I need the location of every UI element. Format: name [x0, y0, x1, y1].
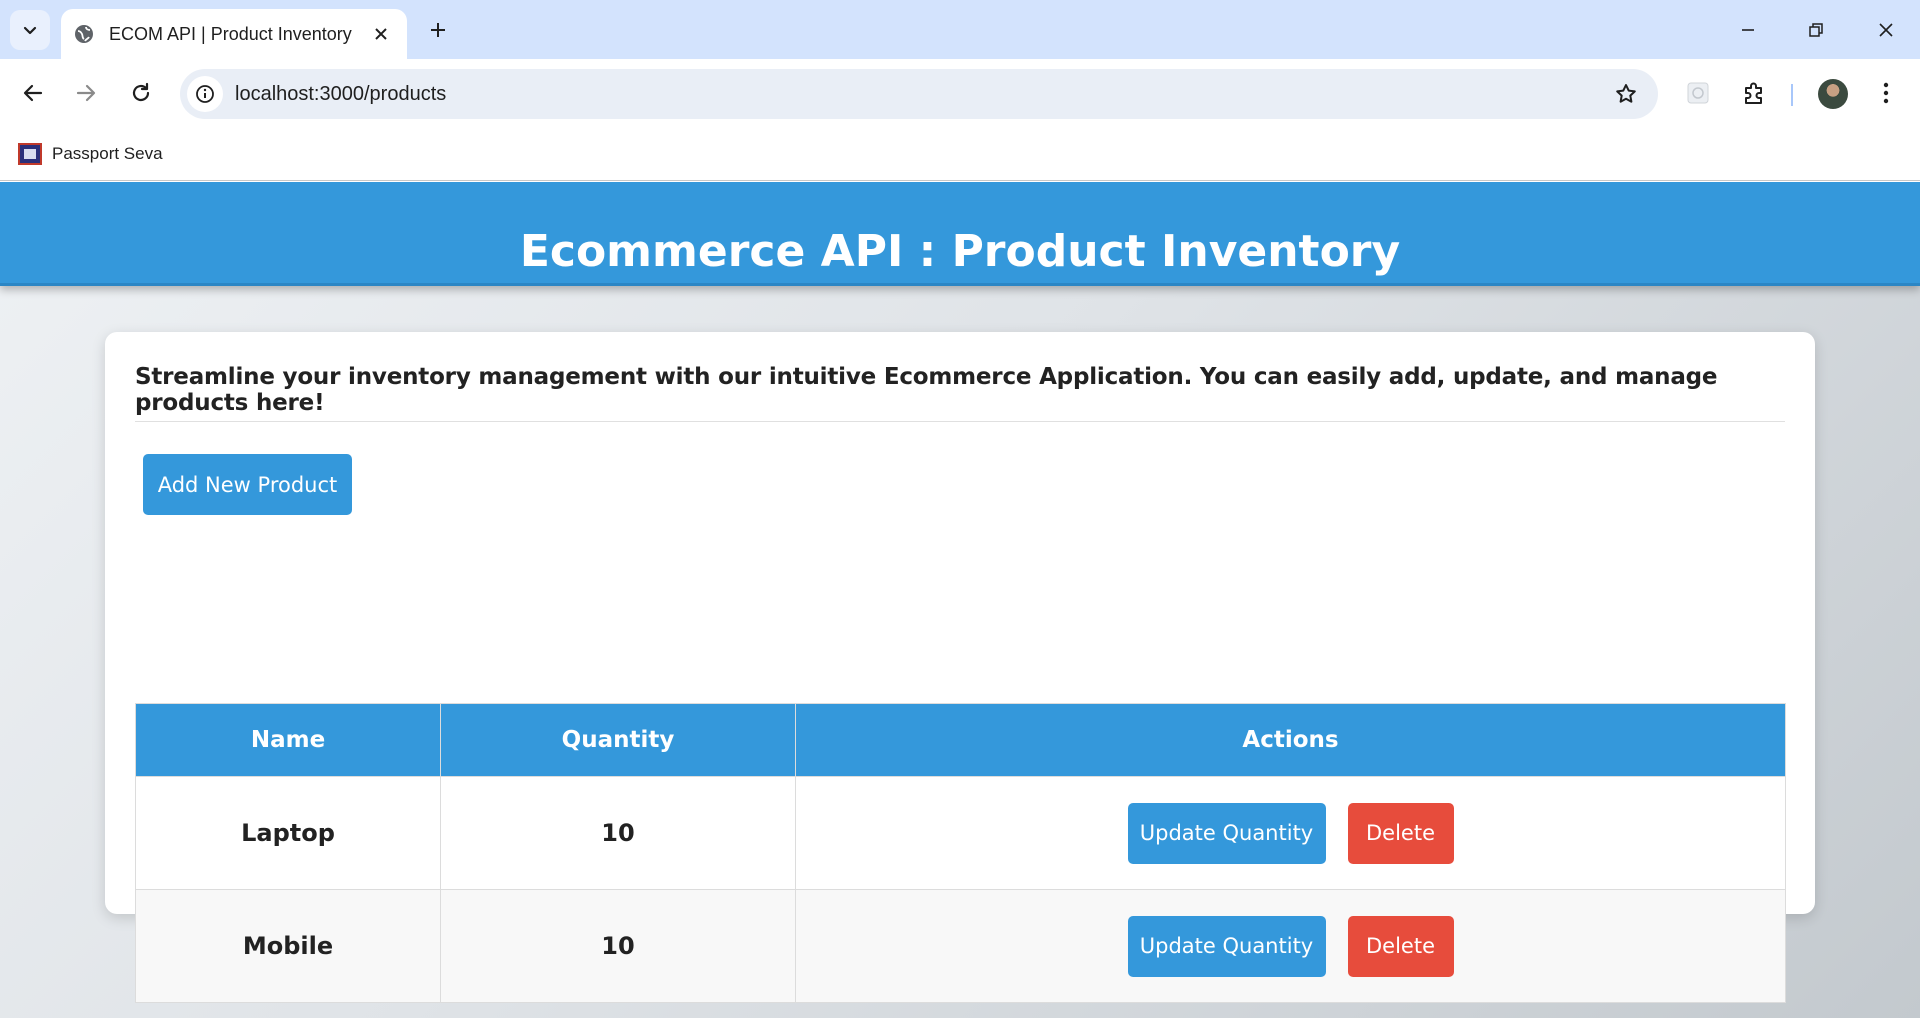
page-title: Ecommerce API : Product Inventory	[519, 226, 1401, 277]
add-new-product-button[interactable]: Add New Product	[143, 454, 352, 515]
minimize-icon	[1742, 28, 1754, 31]
actions-cell: Update Quantity Delete	[795, 889, 1786, 1003]
url-text[interactable]: localhost:3000/products	[235, 83, 1606, 106]
plus-icon	[431, 23, 445, 37]
forward-button[interactable]	[66, 73, 106, 113]
address-bar[interactable]: localhost:3000/products	[180, 69, 1658, 119]
extensions-puzzle-icon[interactable]	[1734, 73, 1774, 113]
close-tab-icon[interactable]	[367, 20, 395, 48]
update-quantity-button[interactable]: Update Quantity	[1127, 915, 1326, 977]
arrow-left-icon	[23, 84, 43, 102]
tab-title: ECOM API | Product Inventory	[109, 23, 352, 44]
toolbar-divider	[1791, 84, 1793, 106]
page-viewport: Ecommerce API : Product Inventory Stream…	[0, 182, 1920, 1018]
close-icon	[1879, 22, 1893, 37]
delete-button[interactable]: Delete	[1347, 802, 1454, 864]
product-name: Laptop	[135, 776, 441, 890]
bookmark-passport-seva[interactable]: Passport Seva	[18, 139, 163, 169]
inventory-table: Name Quantity Actions Laptop 10 Update Q…	[135, 703, 1786, 1003]
update-quantity-button[interactable]: Update Quantity	[1127, 802, 1326, 864]
intro-text: Streamline your inventory management wit…	[135, 364, 1718, 416]
table-row: Laptop 10 Update Quantity Delete	[135, 776, 1786, 890]
column-header-name: Name	[135, 703, 441, 777]
inventory-card: Streamline your inventory management wit…	[105, 332, 1815, 1003]
back-button[interactable]	[13, 73, 53, 113]
actions-group: Update Quantity Delete	[796, 890, 1785, 1002]
passport-seva-icon	[18, 143, 42, 165]
tab-search-button[interactable]	[10, 10, 50, 50]
bookmark-label: Passport Seva	[52, 144, 163, 163]
reload-button[interactable]	[121, 73, 161, 113]
table-row: Mobile 10 Update Quantity Delete	[135, 889, 1786, 1003]
divider	[135, 421, 1785, 422]
app-header: Ecommerce API : Product Inventory	[0, 182, 1920, 286]
active-tab[interactable]: ECOM API | Product Inventory	[61, 9, 407, 59]
site-info-icon[interactable]	[187, 76, 223, 112]
restore-button[interactable]	[1782, 0, 1850, 59]
tab-strip: ECOM API | Product Inventory	[0, 0, 1920, 59]
product-name: Mobile	[135, 889, 441, 1003]
bookmarks-bar: Passport Seva	[0, 129, 1920, 181]
arrow-right-icon	[76, 84, 96, 102]
globe-icon	[73, 23, 95, 45]
product-quantity: 10	[440, 776, 796, 890]
close-window-button[interactable]	[1852, 0, 1920, 59]
new-tab-button[interactable]	[422, 14, 454, 46]
column-header-actions: Actions	[795, 703, 1786, 777]
actions-group: Update Quantity Delete	[796, 777, 1785, 889]
bookmark-star-icon[interactable]	[1606, 74, 1646, 114]
menu-kebab-icon[interactable]	[1866, 73, 1906, 113]
browser-toolbar: localhost:3000/products	[0, 59, 1920, 129]
extension-icon[interactable]	[1678, 73, 1718, 113]
profile-avatar[interactable]	[1818, 79, 1848, 109]
product-quantity: 10	[440, 889, 796, 1003]
reload-icon	[132, 82, 150, 102]
table-header-row: Name Quantity Actions	[135, 703, 1786, 777]
restore-icon	[1809, 22, 1823, 37]
actions-cell: Update Quantity Delete	[795, 776, 1786, 890]
minimize-button[interactable]	[1714, 0, 1782, 59]
column-header-quantity: Quantity	[440, 703, 796, 777]
chevron-down-icon	[23, 26, 37, 35]
delete-button[interactable]: Delete	[1347, 915, 1454, 977]
